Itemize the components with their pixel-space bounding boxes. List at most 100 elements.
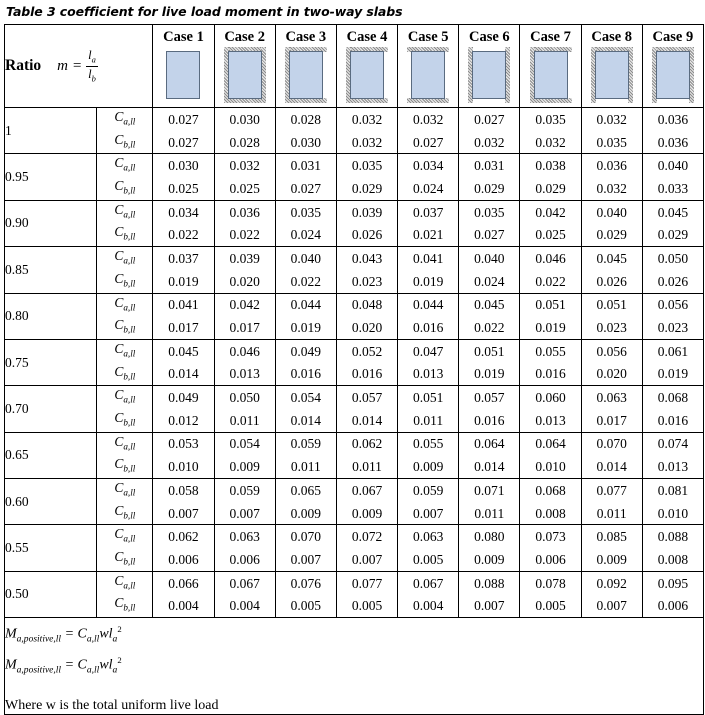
table-row: Cb,ll 0.010 0.009 0.011 0.011 0.009 0.014 0.010… <box>5 455 705 480</box>
ratio-value-cell: 0.65 <box>3 431 98 479</box>
slab-core-7 <box>533 50 568 99</box>
coef-b-label: Cb,ll <box>96 130 154 155</box>
table-row: Cb,ll 0.022 0.022 0.024 0.026 0.021 0.027 0.025… <box>5 223 705 248</box>
page-title: Table 3 coefficient for live load moment… <box>6 4 403 19</box>
coef-a-value: 0.032 <box>397 106 460 131</box>
coef-a-value: 0.054 <box>274 385 337 409</box>
coef-b-value: 0.016 <box>335 362 399 387</box>
coef-a-value: 0.063 <box>580 385 643 409</box>
ratio-formula: m = la lb <box>57 49 98 83</box>
case-label-2: Case 2 <box>224 28 265 45</box>
formula2-coef-sub: a,ll <box>86 665 100 676</box>
coef-a-value: 0.031 <box>274 153 337 178</box>
coef-a-value: 0.037 <box>397 199 460 224</box>
coef-b-value: 0.020 <box>213 269 276 294</box>
formula-line-1: Ma,positive,ll = Ca,llwla2 <box>5 619 703 650</box>
header-row: Ratio m = la lb Case 1 Case 2 Case 3 Cas… <box>3 24 705 108</box>
coef-b-value: 0.025 <box>152 177 215 201</box>
coef-b-value: 0.009 <box>274 501 337 526</box>
coef-b-value: 0.019 <box>274 316 337 340</box>
case-label-9: Case 9 <box>652 28 694 45</box>
coef-b-value: 0.029 <box>580 223 643 248</box>
ratio-value-cell: 0.85 <box>3 246 98 293</box>
coef-a-label: Ca,ll <box>96 477 154 502</box>
coef-a-value: 0.065 <box>274 477 337 502</box>
case-header-3: Case 3 <box>274 24 337 108</box>
coef-a-value: 0.060 <box>519 385 582 409</box>
coef-b-value: 0.026 <box>580 269 643 294</box>
case-header-8: Case 8 <box>580 24 643 108</box>
slab-1 <box>162 47 204 103</box>
coef-a-value: 0.042 <box>213 292 276 317</box>
coef-b-value: 0.030 <box>274 130 337 155</box>
coef-b-value: 0.014 <box>580 455 643 480</box>
case-label-3: Case 3 <box>285 28 327 45</box>
footer-note: Where w is the total uniform live load <box>5 697 219 713</box>
coef-a-value: 0.066 <box>152 570 215 595</box>
coef-a-value: 0.027 <box>458 106 521 131</box>
formula2-lhs: M <box>5 657 17 673</box>
formula2-w: w <box>99 657 109 673</box>
equals-sign: = <box>72 57 83 74</box>
formula1-coef: C <box>77 626 87 642</box>
coef-b-value: 0.024 <box>274 223 337 248</box>
coef-b-value: 0.020 <box>335 316 399 340</box>
slab-diagram-7 <box>520 46 580 103</box>
table-row: Cb,ll 0.014 0.013 0.016 0.016 0.013 0.019 0.016… <box>5 362 705 387</box>
coef-b-value: 0.009 <box>458 548 521 572</box>
ratio-value-cell: 0.50 <box>3 570 98 618</box>
coef-b-value: 0.011 <box>274 455 337 480</box>
coef-b-value: 0.007 <box>335 548 399 572</box>
coef-b-value: 0.004 <box>397 594 460 619</box>
coef-a-value: 0.063 <box>213 524 276 549</box>
coefficient-table: Ratio m = la lb Case 1 Case 2 Case 3 Cas… <box>3 24 705 715</box>
table-row: 0.60 Ca,ll 0.058 0.059 0.065 0.067 0.059 0.071 0… <box>3 477 705 525</box>
ratio-label: Ratio <box>5 57 42 74</box>
coef-a-label: Ca,ll <box>96 153 154 178</box>
coef-a-value: 0.032 <box>213 153 276 178</box>
slab-core-8 <box>594 50 629 99</box>
coef-a-value: 0.070 <box>580 431 643 456</box>
coef-b-value: 0.010 <box>519 455 582 480</box>
formula1-lhs: M <box>5 626 17 642</box>
ratio-value-cell: 0.75 <box>3 338 98 386</box>
coef-b-value: 0.012 <box>152 408 215 433</box>
coef-b-value: 0.007 <box>274 548 337 572</box>
coef-a-value: 0.067 <box>213 570 276 595</box>
slab-3 <box>284 46 327 103</box>
coef-a-value: 0.034 <box>397 153 460 178</box>
coef-b-value: 0.008 <box>641 548 705 572</box>
coef-a-label: Ca,ll <box>96 246 154 270</box>
coef-b-value: 0.026 <box>641 269 705 294</box>
coef-b-label: Cb,ll <box>96 408 154 433</box>
table-page: Table 3 coefficient for live load moment… <box>0 0 705 715</box>
formula1-w: w <box>99 626 109 642</box>
coef-b-value: 0.022 <box>458 316 521 340</box>
coef-b-value: 0.014 <box>335 408 399 433</box>
coef-b-value: 0.024 <box>458 269 521 294</box>
footer-cell: Ma,positive,ll = Ca,llwla2 Ma,positive,l… <box>4 617 704 715</box>
coef-b-value: 0.027 <box>397 130 460 155</box>
coef-b-value: 0.006 <box>519 548 582 572</box>
coef-a-value: 0.035 <box>335 153 399 178</box>
slab-8 <box>590 46 633 103</box>
case-label-5: Case 5 <box>407 28 449 45</box>
coef-b-value: 0.013 <box>519 408 582 433</box>
coef-b-value: 0.032 <box>580 177 643 201</box>
coef-a-value: 0.062 <box>335 431 399 456</box>
formula2-l-sub: a <box>112 665 118 676</box>
coef-a-value: 0.031 <box>458 153 521 178</box>
coef-b-value: 0.010 <box>152 455 215 480</box>
coef-b-value: 0.007 <box>213 501 276 526</box>
coef-b-value: 0.027 <box>458 223 521 248</box>
coef-b-value: 0.007 <box>397 501 460 526</box>
coef-a-value: 0.046 <box>213 338 276 363</box>
slab-diagram-9 <box>643 46 703 103</box>
coef-b-value: 0.025 <box>519 223 582 248</box>
formula2-coef: C <box>77 657 87 673</box>
coef-a-label: Ca,ll <box>96 292 154 317</box>
case-label-1: Case 1 <box>163 28 204 45</box>
case-header-7: Case 7 <box>519 24 582 108</box>
coef-b-value: 0.009 <box>580 548 643 572</box>
slab-core-1 <box>166 50 201 99</box>
